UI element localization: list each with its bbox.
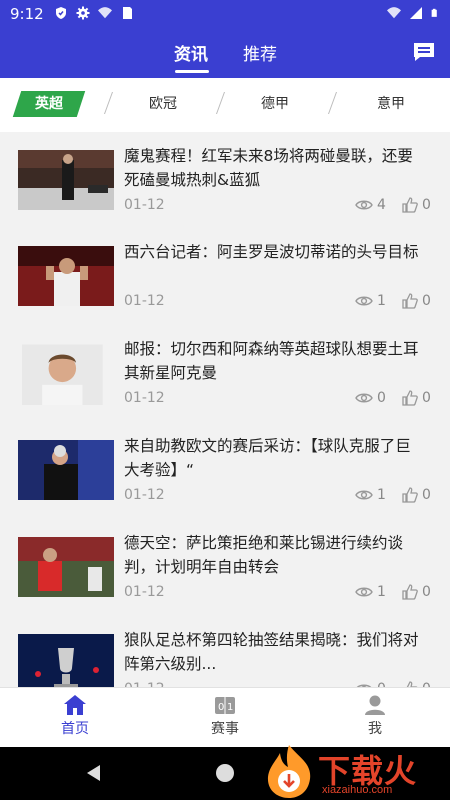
app-header: 9:12 资讯 推荐 xyxy=(0,0,450,78)
news-date: 01-12 xyxy=(124,197,165,213)
news-thumbnail xyxy=(18,150,114,210)
news-item[interactable]: 来自助教欧文的赛后采访：【球队克服了巨大考验】“ 01-12 1 0 xyxy=(0,422,450,518)
battery-icon xyxy=(431,8,437,17)
news-title: 邮报：切尔西和阿森纳等英超球队想要土耳其新星阿克曼 xyxy=(124,340,419,382)
news-item[interactable]: 德天空：萨比策拒绝和莱比锡进行续约谈判，计划明年自由转会 01-12 1 0 xyxy=(0,519,450,615)
divider xyxy=(103,92,114,114)
nav-matches-label: 赛事 xyxy=(211,721,239,737)
bottom-nav: 首页 01 赛事 我 xyxy=(0,687,450,748)
news-title: 狼队足总杯第四轮抽签结果揭晓：我们将对阵第六级别... xyxy=(124,631,419,673)
watermark: 下载火 xiazaihuo.com xyxy=(262,742,448,800)
wifi-question-icon xyxy=(98,7,112,19)
like-count: 0 xyxy=(422,584,431,600)
like-count: 0 xyxy=(422,390,431,406)
news-date: 01-12 xyxy=(124,390,165,406)
like-count: 0 xyxy=(422,487,431,503)
nav-home[interactable]: 首页 xyxy=(25,694,125,738)
news-title: 魔鬼赛程！红军未来8场将两碰曼联，还要死磕曼城热刺&蓝狐 xyxy=(124,147,413,189)
shield-icon xyxy=(56,7,66,19)
news-title: 德天空：萨比策拒绝和莱比锡进行续约谈判，计划明年自由转会 xyxy=(124,534,404,576)
thumbs-up-icon[interactable] xyxy=(402,293,418,309)
back-icon[interactable] xyxy=(85,764,103,782)
view-count: 0 xyxy=(377,390,386,406)
news-date: 01-12 xyxy=(124,293,165,309)
home-button-icon[interactable] xyxy=(216,764,234,782)
news-list: 魔鬼赛程！红军未来8场将两碰曼联，还要死磕曼城热刺&蓝狐 01-12 4 0 西… xyxy=(0,132,450,687)
view-count: 1 xyxy=(377,584,386,600)
signal-icon xyxy=(410,7,422,19)
eye-icon xyxy=(355,200,373,210)
league-tab-premier-league[interactable]: 英超 xyxy=(12,91,86,117)
news-thumbnail xyxy=(18,246,114,306)
svg-text:1: 1 xyxy=(227,702,233,713)
flame-logo-icon xyxy=(267,745,311,798)
tab-news[interactable]: 资讯 xyxy=(174,40,208,65)
eye-icon xyxy=(355,393,373,403)
tab-recommend[interactable]: 推荐 xyxy=(243,40,277,65)
gear-icon xyxy=(76,6,90,20)
scoreboard-icon: 01 xyxy=(215,697,235,714)
sd-card-icon xyxy=(123,7,132,19)
view-count: 1 xyxy=(377,487,386,503)
news-title: 西六台记者：阿圭罗是波切蒂诺的头号目标 xyxy=(124,243,419,261)
view-count: 4 xyxy=(377,197,386,213)
divider xyxy=(215,92,226,114)
thumbs-up-icon[interactable] xyxy=(402,197,418,213)
league-filter-bar: 英超 欧冠 德甲 意甲 xyxy=(0,78,450,132)
news-thumbnail xyxy=(18,537,114,597)
league-tab-bundesliga[interactable]: 德甲 xyxy=(230,93,320,113)
thumbs-up-icon[interactable] xyxy=(402,487,418,503)
header-tabs: 资讯 推荐 xyxy=(0,38,450,78)
news-title: 来自助教欧文的赛后采访：【球队克服了巨大考验】“ xyxy=(124,437,411,479)
league-tab-serie-a[interactable]: 意甲 xyxy=(346,93,436,113)
news-item[interactable]: 魔鬼赛程！红军未来8场将两碰曼联，还要死磕曼城热刺&蓝狐 01-12 4 0 xyxy=(0,132,450,228)
nav-me-label: 我 xyxy=(368,721,382,737)
chat-bubble-icon[interactable] xyxy=(412,41,436,63)
news-thumbnail xyxy=(18,634,114,687)
news-date: 01-12 xyxy=(124,584,165,600)
home-icon xyxy=(64,695,86,715)
view-count: 1 xyxy=(377,293,386,309)
news-item[interactable]: 西六台记者：阿圭罗是波切蒂诺的头号目标 01-12 1 0 xyxy=(0,228,450,324)
eye-icon xyxy=(355,296,373,306)
eye-icon xyxy=(355,587,373,597)
thumbs-up-icon[interactable] xyxy=(402,584,418,600)
news-date: 01-12 xyxy=(124,487,165,503)
nav-matches[interactable]: 01 赛事 xyxy=(175,694,275,738)
person-icon xyxy=(365,695,385,715)
watermark-url: xiazaihuo.com xyxy=(322,784,393,796)
news-thumbnail xyxy=(18,440,114,500)
news-item[interactable]: 邮报：切尔西和阿森纳等英超球队想要土耳其新星阿克曼 01-12 0 0 xyxy=(0,325,450,421)
svg-text:0: 0 xyxy=(218,702,224,713)
divider xyxy=(327,92,338,114)
like-count: 0 xyxy=(422,293,431,309)
wifi-icon xyxy=(387,7,401,19)
league-tab-champions-league[interactable]: 欧冠 xyxy=(118,93,208,113)
news-item[interactable]: 狼队足总杯第四轮抽签结果揭晓：我们将对阵第六级别... 01-12 0 0 xyxy=(0,616,450,687)
active-tab-indicator xyxy=(175,70,209,73)
nav-home-label: 首页 xyxy=(61,721,89,737)
status-time: 9:12 xyxy=(10,5,44,23)
like-count: 0 xyxy=(422,197,431,213)
eye-icon xyxy=(355,490,373,500)
thumbs-up-icon[interactable] xyxy=(402,390,418,406)
nav-me[interactable]: 我 xyxy=(325,694,425,738)
news-thumbnail xyxy=(22,344,103,405)
status-bar: 9:12 xyxy=(0,0,450,28)
